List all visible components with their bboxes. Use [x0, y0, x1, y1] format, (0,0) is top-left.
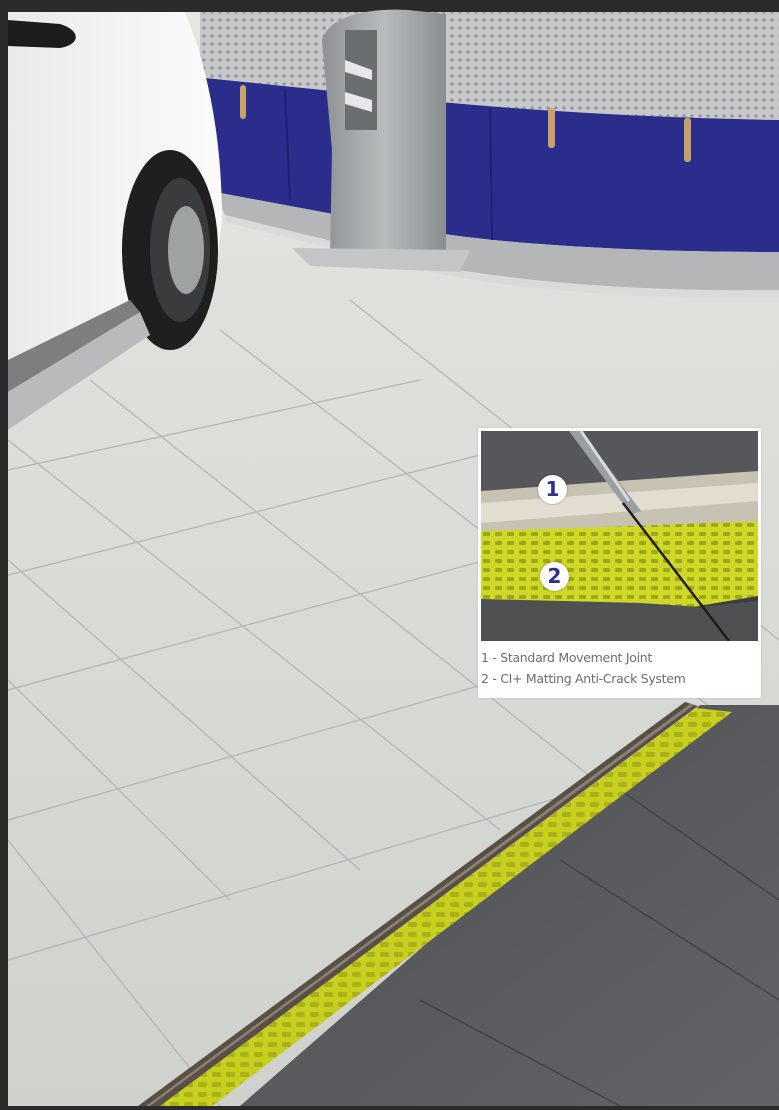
badge-1: 1 — [538, 475, 567, 504]
inset-photo: 1 2 — [481, 431, 758, 641]
joint-closeup — [481, 431, 758, 641]
inset-legend: 1 - Standard Movement Joint 2 - CI+ Matt… — [481, 647, 759, 689]
detail-inset: 1 2 1 - Standard Movement Joint 2 - CI+ … — [478, 428, 761, 698]
showroom-photo: 1 2 1 - Standard Movement Joint 2 - CI+ … — [0, 0, 779, 1107]
legend-item-1: 1 - Standard Movement Joint — [481, 650, 652, 665]
badge-2: 2 — [540, 562, 569, 591]
left-frame — [0, 12, 8, 1106]
legend-item-2: 2 - CI+ Matting Anti-Crack System — [481, 671, 686, 686]
